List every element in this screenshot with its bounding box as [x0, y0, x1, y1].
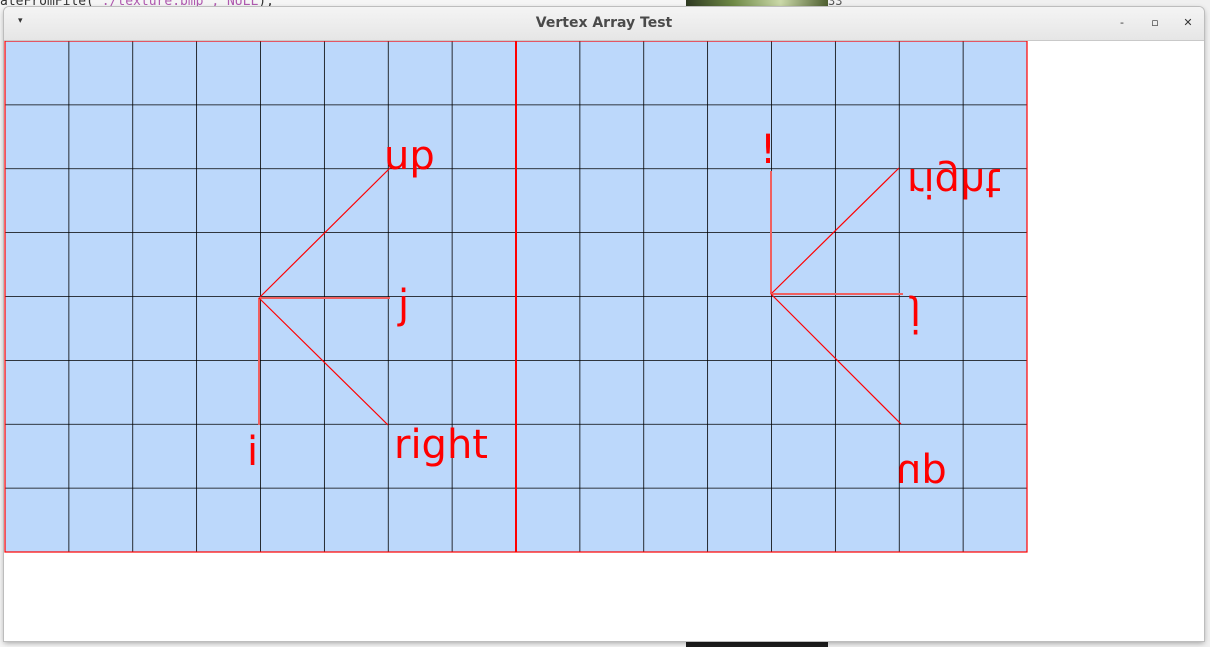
right-label-up: up	[896, 451, 947, 497]
left-label-right: right	[394, 422, 488, 468]
maximize-button[interactable]: ▫	[1145, 13, 1165, 33]
render-canvas[interactable]: up j i right ! right j up	[4, 40, 1204, 641]
right-label-j: j	[909, 294, 921, 340]
right-label-i: !	[760, 127, 776, 173]
window-title: Vertex Array Test	[535, 15, 673, 31]
scene-svg: up j i right ! right j up	[4, 40, 1028, 553]
left-label-i: i	[247, 429, 258, 475]
title-bar[interactable]: ▾ Vertex Array Test - ▫ ✕	[4, 7, 1204, 41]
minimize-button[interactable]: -	[1112, 13, 1132, 33]
right-label-right: right	[907, 159, 1001, 205]
close-button[interactable]: ✕	[1178, 13, 1198, 33]
left-label-j: j	[397, 282, 409, 328]
left-label-up: up	[384, 133, 435, 179]
app-window: ▾ Vertex Array Test - ▫ ✕ up j i right !…	[4, 7, 1204, 641]
background-photo-bottom	[686, 641, 828, 647]
